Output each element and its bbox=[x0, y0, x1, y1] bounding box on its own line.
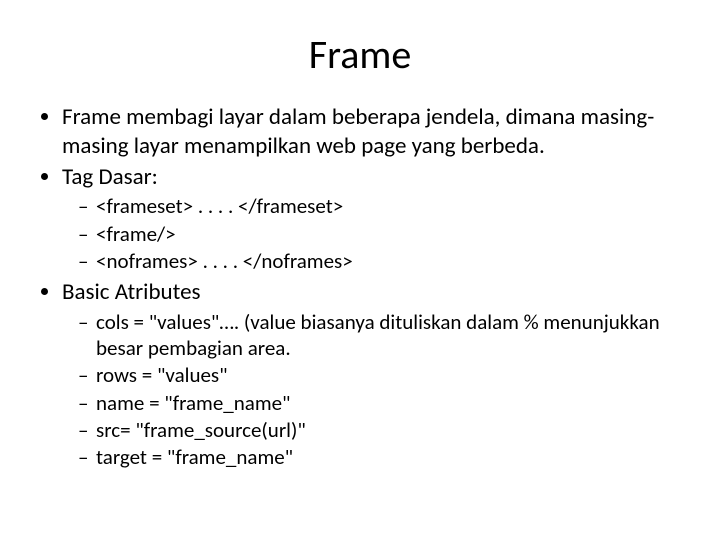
bullet-item: Basic Atributes cols = "values"…. (value… bbox=[62, 278, 690, 470]
sub-bullet-list: cols = "values"…. (value biasanya dituli… bbox=[62, 309, 690, 471]
bullet-item: Tag Dasar: <frameset> . . . . </frameset… bbox=[62, 163, 690, 275]
sub-bullet-item: src= "frame_source(url)" bbox=[96, 417, 690, 443]
bullet-list: Frame membagi layar dalam beberapa jende… bbox=[30, 103, 690, 470]
sub-bullet-item: target = "frame_name" bbox=[96, 444, 690, 470]
bullet-text: Tag Dasar: bbox=[62, 163, 158, 191]
sub-bullet-item: <noframes> . . . . </noframes> bbox=[96, 248, 690, 274]
bullet-text: Basic Atributes bbox=[62, 278, 201, 306]
sub-bullet-item: rows = "values" bbox=[96, 362, 690, 388]
sub-bullet-item: <frameset> . . . . </frameset> bbox=[96, 193, 690, 219]
sub-bullet-item: <frame/> bbox=[96, 221, 690, 247]
slide: Frame Frame membagi layar dalam beberapa… bbox=[0, 0, 720, 540]
sub-bullet-item: name = "frame_name" bbox=[96, 390, 690, 416]
sub-bullet-list: <frameset> . . . . </frameset> <frame/> … bbox=[62, 193, 690, 274]
bullet-item: Frame membagi layar dalam beberapa jende… bbox=[62, 103, 690, 161]
sub-bullet-item: cols = "values"…. (value biasanya dituli… bbox=[96, 309, 690, 362]
slide-title: Frame bbox=[30, 30, 690, 79]
